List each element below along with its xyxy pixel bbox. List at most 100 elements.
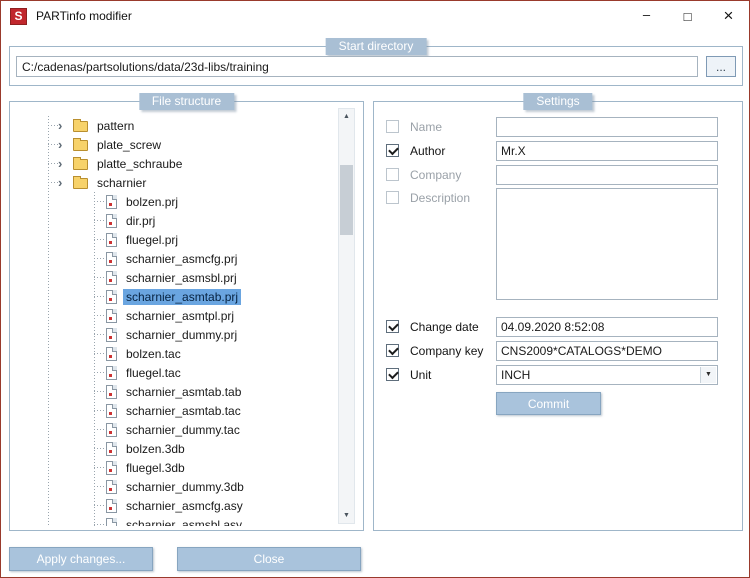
tree-item[interactable]: scharnier_asmsbl.asy <box>14 515 333 526</box>
settings-row-description: Description <box>386 188 716 300</box>
name-field[interactable] <box>496 117 718 137</box>
maximize-button[interactable]: □ <box>667 1 708 31</box>
file-icon <box>106 518 117 527</box>
expand-icon[interactable]: › <box>58 176 73 189</box>
tree-item-label: fluegel.prj <box>123 232 181 248</box>
settings-row-company-key: Company key <box>386 340 716 361</box>
change-date-checkbox[interactable] <box>386 320 399 333</box>
tree-item[interactable]: bolzen.tac <box>14 344 333 363</box>
commit-button[interactable]: Commit <box>496 392 601 415</box>
settings-group-label: Settings <box>523 93 592 110</box>
start-directory-input[interactable] <box>16 56 698 77</box>
settings-row-unit: UnitINCH▼ <box>386 364 716 385</box>
folder-icon <box>73 159 88 170</box>
file-icon <box>106 480 117 494</box>
file-icon <box>106 328 117 342</box>
file-icon <box>106 309 117 323</box>
tree-item[interactable]: ›plate_screw <box>14 135 333 154</box>
name-checkbox[interactable] <box>386 120 399 133</box>
close-icon: × <box>724 6 734 26</box>
tree-item[interactable]: scharnier_dummy.tac <box>14 420 333 439</box>
file-icon <box>106 195 117 209</box>
dropdown-arrow-icon[interactable]: ▼ <box>700 367 716 383</box>
company-key-checkbox[interactable] <box>386 344 399 357</box>
tree-item-label: scharnier_dummy.tac <box>123 422 243 438</box>
tree-item[interactable]: scharnier_asmtab.tab <box>14 382 333 401</box>
settings-row-author: Author <box>386 140 716 161</box>
tree-item[interactable]: fluegel.prj <box>14 230 333 249</box>
apply-changes-button[interactable]: Apply changes... <box>9 547 153 571</box>
scrollbar-thumb[interactable] <box>340 165 353 235</box>
settings-row-company: Company <box>386 164 716 185</box>
file-tree: ›pattern›plate_screw›platte_schraube›sch… <box>14 116 333 526</box>
company-checkbox[interactable] <box>386 168 399 181</box>
tree-item[interactable]: scharnier_asmtpl.prj <box>14 306 333 325</box>
unit-label: Unit <box>410 368 496 382</box>
browse-button[interactable]: ... <box>706 56 736 77</box>
author-checkbox[interactable] <box>386 144 399 157</box>
tree-scrollbar[interactable]: ▲ ▼ <box>338 108 355 524</box>
tree-item[interactable]: bolzen.prj <box>14 192 333 211</box>
file-icon <box>106 252 117 266</box>
tree-item[interactable]: dir.prj <box>14 211 333 230</box>
folder-icon <box>73 178 88 189</box>
settings-fields: NameAuthorCompanyDescriptionChange dateC… <box>386 116 716 415</box>
start-directory-group: Start directory ... <box>9 46 743 86</box>
tree-item[interactable]: scharnier_asmcfg.prj <box>14 249 333 268</box>
tree-item-label: dir.prj <box>123 213 158 229</box>
minimize-icon: – <box>643 7 650 22</box>
description-checkbox[interactable] <box>386 191 399 204</box>
tree-item-label: fluegel.3db <box>123 460 188 476</box>
change-date-field[interactable] <box>496 317 718 337</box>
file-icon <box>106 461 117 475</box>
tree-item-label: scharnier <box>94 175 149 191</box>
tree-item[interactable]: scharnier_asmsbl.prj <box>14 268 333 287</box>
minimize-button[interactable]: – <box>626 1 667 31</box>
file-icon <box>106 442 117 456</box>
tree-item[interactable]: › platte_schraube <box>14 154 333 173</box>
unit-dropdown[interactable]: INCH▼ <box>496 365 718 385</box>
app-icon: S <box>10 8 27 25</box>
partinfo-modifier-window: S PARTinfo modifier – □ × Start director… <box>0 0 750 578</box>
tree-item-label: scharnier_asmcfg.prj <box>123 251 240 267</box>
folder-icon <box>73 121 88 132</box>
description-label: Description <box>410 191 496 205</box>
tree-item-label: platte_schraube <box>94 156 185 172</box>
company-label: Company <box>410 168 496 182</box>
tree-item-label: bolzen.tac <box>123 346 184 362</box>
file-icon <box>106 366 117 380</box>
tree-item[interactable]: scharnier_asmtab.tac <box>14 401 333 420</box>
tree-item[interactable]: ›pattern <box>14 116 333 135</box>
tree-item[interactable]: scharnier_asmtab.prj <box>14 287 333 306</box>
scroll-up-icon[interactable]: ▲ <box>339 109 354 124</box>
tree-item-label: scharnier_asmcfg.asy <box>123 498 246 514</box>
unit-value: INCH <box>501 368 713 382</box>
author-field[interactable] <box>496 141 718 161</box>
tree-item[interactable]: scharnier_dummy.prj <box>14 325 333 344</box>
expand-icon[interactable]: › <box>58 138 73 151</box>
file-structure-group-label: File structure <box>139 93 234 110</box>
tree-item-label: scharnier_asmtab.tac <box>123 403 244 419</box>
company-key-field[interactable] <box>496 341 718 361</box>
close-button[interactable]: Close <box>177 547 361 571</box>
unit-checkbox[interactable] <box>386 368 399 381</box>
tree-item[interactable]: bolzen.3db <box>14 439 333 458</box>
tree-item[interactable]: fluegel.tac <box>14 363 333 382</box>
file-icon <box>106 290 117 304</box>
tree-item[interactable]: scharnier_dummy.3db <box>14 477 333 496</box>
close-window-button[interactable]: × <box>708 1 749 31</box>
scroll-down-icon[interactable]: ▼ <box>339 508 354 523</box>
expand-icon[interactable]: › <box>58 157 73 170</box>
settings-row-name: Name <box>386 116 716 137</box>
tree-item-label: scharnier_asmtab.prj <box>123 289 241 305</box>
tree-item[interactable]: fluegel.3db <box>14 458 333 477</box>
expand-icon[interactable]: › <box>58 119 73 132</box>
tree-item-label: bolzen.prj <box>123 194 181 210</box>
company-field[interactable] <box>496 165 718 185</box>
description-field[interactable] <box>496 188 718 300</box>
tree-item[interactable]: › scharnier <box>14 173 333 192</box>
tree-item[interactable]: scharnier_asmcfg.asy <box>14 496 333 515</box>
tree-item-label: scharnier_asmtab.tab <box>123 384 244 400</box>
file-icon <box>106 271 117 285</box>
maximize-icon: □ <box>684 9 692 24</box>
